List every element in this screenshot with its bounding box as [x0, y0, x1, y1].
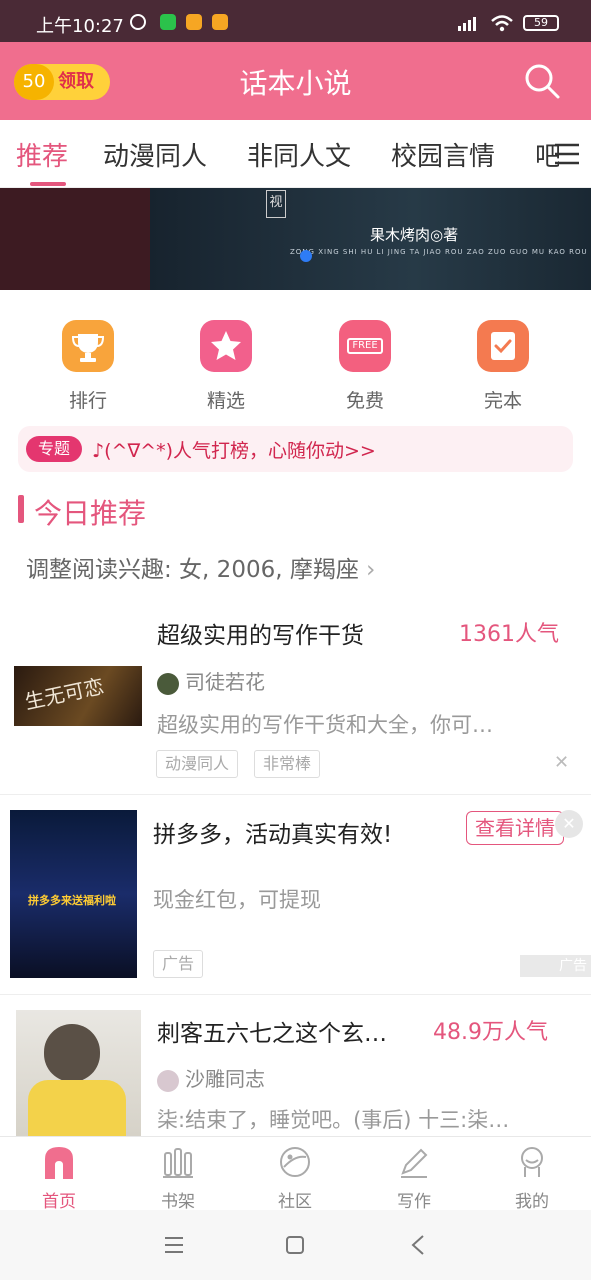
profile-icon	[521, 1147, 543, 1177]
book-tag[interactable]: 非常棒	[254, 750, 321, 778]
book-description: 柒:结束了，睡觉吧。(事后) 十三:柒…	[157, 1108, 510, 1132]
notification-icon	[212, 14, 228, 30]
back-icon[interactable]	[410, 1234, 426, 1256]
avatar	[157, 672, 179, 695]
alarm-off-icon	[130, 14, 146, 30]
menu-icon[interactable]	[164, 1236, 184, 1254]
entry-completed[interactable]: 完本	[458, 320, 548, 413]
app-title: 话本小说	[239, 67, 352, 100]
ad-tag: 广告	[153, 950, 204, 978]
cover-character-body	[28, 1080, 126, 1136]
tab-recommend[interactable]: 推荐	[16, 136, 68, 173]
nav-write-label: 写作	[397, 1192, 431, 1212]
reading-interest-text: 调整阅读兴趣: 女, 2006, 摩羯座	[26, 557, 359, 583]
entry-ranking[interactable]: 排行	[43, 320, 133, 413]
author-name: 司徒若花	[185, 670, 265, 694]
divider	[0, 994, 591, 995]
topic-text: ♪(^∇^*)人气打榜，心随你动>>	[92, 440, 376, 462]
app-header: 50 领取 话本小说	[0, 42, 591, 120]
topic-badge: 专题	[26, 436, 82, 462]
ad-description: 现金红包，可提现	[153, 888, 321, 912]
free-icon-text: FREE	[347, 338, 383, 354]
nav-profile-label: 我的	[515, 1192, 549, 1212]
entry-selected[interactable]: 精选	[181, 320, 271, 413]
nav-home-label: 首页	[42, 1192, 76, 1212]
section-title-today: 今日推荐	[34, 497, 147, 530]
promo-banner[interactable]: 视 果木烤肉◎著 ZONG XING SHI HU LI JING TA JIA…	[0, 188, 591, 290]
ad-cover-text: 拼多多来送福利啦	[28, 894, 116, 907]
notification-icon	[186, 14, 202, 30]
close-icon[interactable]: ✕	[555, 810, 583, 838]
nav-write[interactable]: 写作	[374, 1145, 454, 1212]
book-title[interactable]: 超级实用的写作干货	[157, 616, 364, 650]
active-tab-indicator	[30, 182, 66, 186]
dismiss-icon[interactable]: ✕	[554, 752, 569, 773]
book-author[interactable]: 沙雕同志	[157, 1063, 265, 1092]
entry-free-label: 免费	[345, 390, 384, 412]
book-popularity: 48.9万人气	[433, 1020, 548, 1045]
pen-icon	[401, 1148, 428, 1178]
banner-art-text: 视	[266, 190, 286, 218]
reading-interest-link[interactable]: 调整阅读兴趣: 女, 2006, 摩羯座 ›	[26, 550, 375, 584]
book-description: 超级实用的写作干货和大全，你可…	[157, 713, 493, 737]
check-book-icon	[477, 320, 529, 372]
bookshelf-icon	[163, 1148, 193, 1178]
banner-prev-slide	[0, 188, 150, 290]
book-popularity: 1361人气	[459, 622, 559, 647]
author-name: 沙雕同志	[185, 1067, 265, 1091]
chevron-right-icon: ›	[366, 557, 376, 583]
wifi-icon	[491, 15, 513, 32]
trophy-icon	[62, 320, 114, 372]
avatar	[157, 1069, 179, 1092]
entry-selected-label: 精选	[206, 390, 245, 412]
tab-campus-romance[interactable]: 校园言情	[391, 136, 495, 173]
cover-character	[44, 1024, 100, 1082]
signal-icon	[458, 17, 476, 31]
divider	[0, 794, 591, 795]
free-icon: FREE	[339, 320, 391, 372]
book-tag[interactable]: 动漫同人	[156, 750, 239, 778]
ad-details-button[interactable]: 查看详情	[466, 811, 564, 845]
star-icon	[200, 320, 252, 372]
nav-bookshelf-label: 书架	[161, 1192, 195, 1212]
status-time: 上午10:27	[36, 16, 124, 37]
ad-title[interactable]: 拼多多，活动真实有效!	[153, 815, 392, 849]
search-icon[interactable]	[523, 62, 561, 100]
tab-anime-fanfic[interactable]: 动漫同人	[103, 136, 207, 173]
entry-free[interactable]: FREE 免费	[320, 320, 410, 413]
nav-community[interactable]: 社区	[255, 1145, 335, 1212]
status-bar: 上午10:27 59	[0, 0, 591, 42]
book-cover-text: 生无可恋	[22, 673, 106, 715]
system-navigation-bar	[0, 1210, 591, 1280]
entry-ranking-label: 排行	[68, 390, 107, 412]
banner-page-dot	[300, 250, 312, 262]
nav-home[interactable]: 首页	[19, 1145, 99, 1212]
section-marker	[18, 495, 24, 523]
home-icon	[45, 1147, 73, 1179]
entry-completed-label: 完本	[483, 390, 522, 412]
nav-profile[interactable]: 我的	[492, 1145, 572, 1212]
book-cover[interactable]	[16, 1010, 141, 1136]
banner-author: 果木烤肉◎著	[370, 226, 459, 244]
category-tabs: 推荐 动漫同人 非同人文 校园言情 吧	[0, 120, 591, 188]
banner-subtitle: ZONG XING SHI HU LI JING TA JIAO ROU ZAO…	[290, 248, 591, 256]
wechat-icon	[160, 14, 176, 30]
ad-cover[interactable]: 拼多多来送福利啦	[10, 810, 137, 978]
book-author[interactable]: 司徒若花	[157, 666, 265, 695]
bottom-navigation: 首页 书架 社区 写作 我的	[0, 1136, 591, 1212]
battery-indicator: 59	[523, 15, 559, 31]
topic-strip[interactable]: 专题 ♪(^∇^*)人气打榜，心随你动>>	[18, 426, 573, 472]
home-button-icon[interactable]	[285, 1235, 305, 1255]
community-icon	[280, 1147, 310, 1177]
ad-corner-label: 广告	[520, 955, 591, 977]
nav-community-label: 社区	[278, 1192, 312, 1212]
book-cover[interactable]: 生无可恋	[14, 666, 142, 726]
nav-bookshelf[interactable]: 书架	[138, 1145, 218, 1212]
book-title[interactable]: 刺客五六七之这个玄…	[157, 1014, 387, 1048]
tabs-menu-icon[interactable]	[553, 142, 581, 166]
tab-original[interactable]: 非同人文	[247, 136, 351, 173]
